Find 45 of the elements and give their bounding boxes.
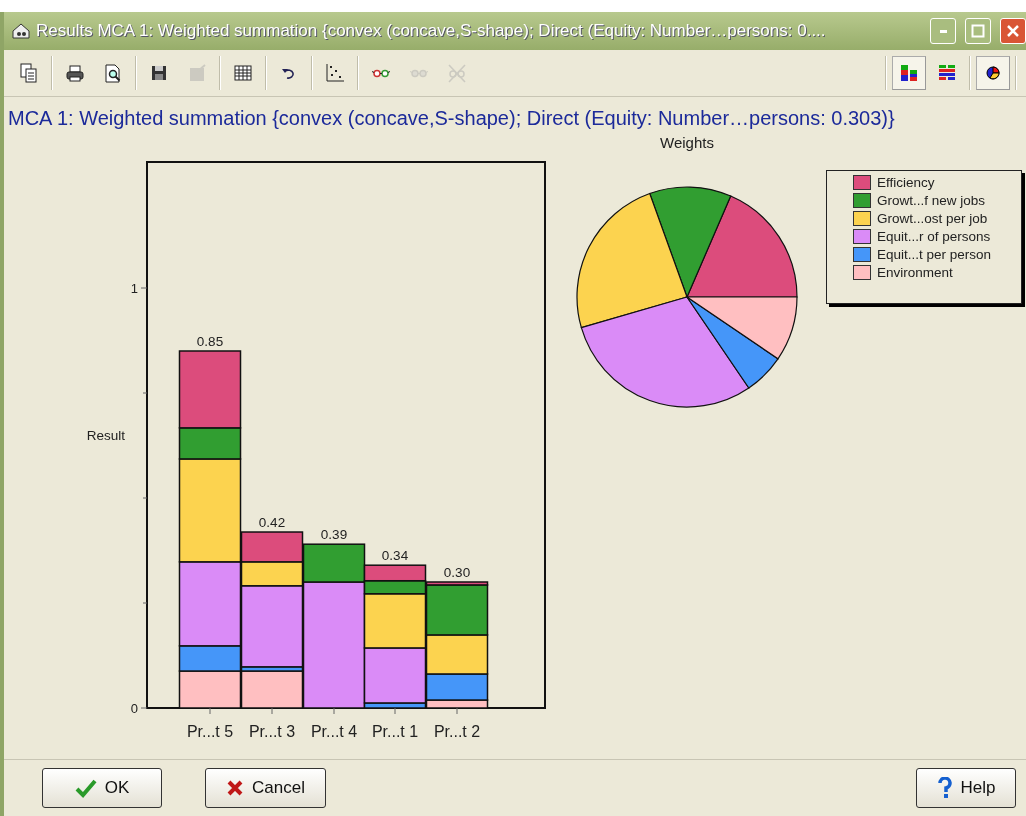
app-icon — [12, 23, 30, 39]
toolbar-button[interactable] — [892, 56, 926, 90]
legend-label: Efficiency — [877, 175, 935, 190]
legend-label: Environment — [877, 265, 953, 280]
axis-tick-label: 0 — [130, 701, 138, 716]
legend-label: Equit...r of persons — [877, 229, 991, 244]
axis-category-label: Pr...t 4 — [310, 723, 358, 740]
axis-category-label: Pr...t 5 — [186, 723, 234, 740]
close-icon — [1006, 24, 1020, 38]
bar-value-label: 0.30 — [443, 565, 471, 580]
legend-label: Growt...ost per job — [877, 211, 988, 226]
copy-icon — [18, 62, 40, 84]
window-title: Results MCA 1: Weighted summation {convex (concave,S-shape); Direct (Equity: Number…persons: 0.... — [36, 21, 827, 41]
table-icon — [232, 62, 254, 84]
bar-value-label: 0.85 — [196, 334, 224, 349]
checkmark-icon — [74, 778, 97, 798]
toolbar-button[interactable] — [976, 56, 1010, 90]
bar-value-label: 0.42 — [258, 515, 286, 530]
axis-tick-label: 1 — [130, 281, 138, 296]
axis-category-label: Pr...t 2 — [433, 723, 481, 740]
minimize-icon — [939, 29, 947, 33]
cross-icon — [226, 779, 245, 797]
axis-category-label: Pr...t 1 — [371, 723, 419, 740]
printer-icon — [64, 62, 86, 84]
chart-title: Weights — [660, 134, 714, 151]
close-button[interactable] — [1000, 18, 1026, 44]
question-mark-icon — [936, 777, 953, 799]
cancel-button[interactable]: Cancel — [205, 768, 326, 808]
stacked-bar-icon — [898, 62, 920, 84]
maximize-icon — [971, 24, 985, 38]
minimize-button[interactable] — [930, 18, 956, 44]
scatter-plot-icon — [324, 62, 346, 84]
ok-button[interactable]: OK — [42, 768, 162, 808]
legend-label: Growt...f new jobs — [877, 193, 986, 208]
bar-value-label: 0.39 — [320, 527, 348, 543]
help-button[interactable]: Help — [916, 768, 1016, 808]
chart-heading: MCA 1: Weighted summation {convex (concave,S-shape); Direct (Equity: Number…persons: 0.303)} — [7, 106, 896, 130]
legend-label: Equit...t per person — [877, 247, 992, 262]
maximize-button[interactable] — [965, 18, 991, 44]
glasses-icon — [370, 68, 392, 78]
bar-value-label: 0.34 — [381, 548, 409, 564]
axis-label: Result — [86, 428, 126, 443]
axis-category-label: Pr...t 3 — [248, 723, 296, 740]
glasses-icon — [408, 68, 430, 78]
crossed-glasses-icon — [446, 62, 468, 84]
